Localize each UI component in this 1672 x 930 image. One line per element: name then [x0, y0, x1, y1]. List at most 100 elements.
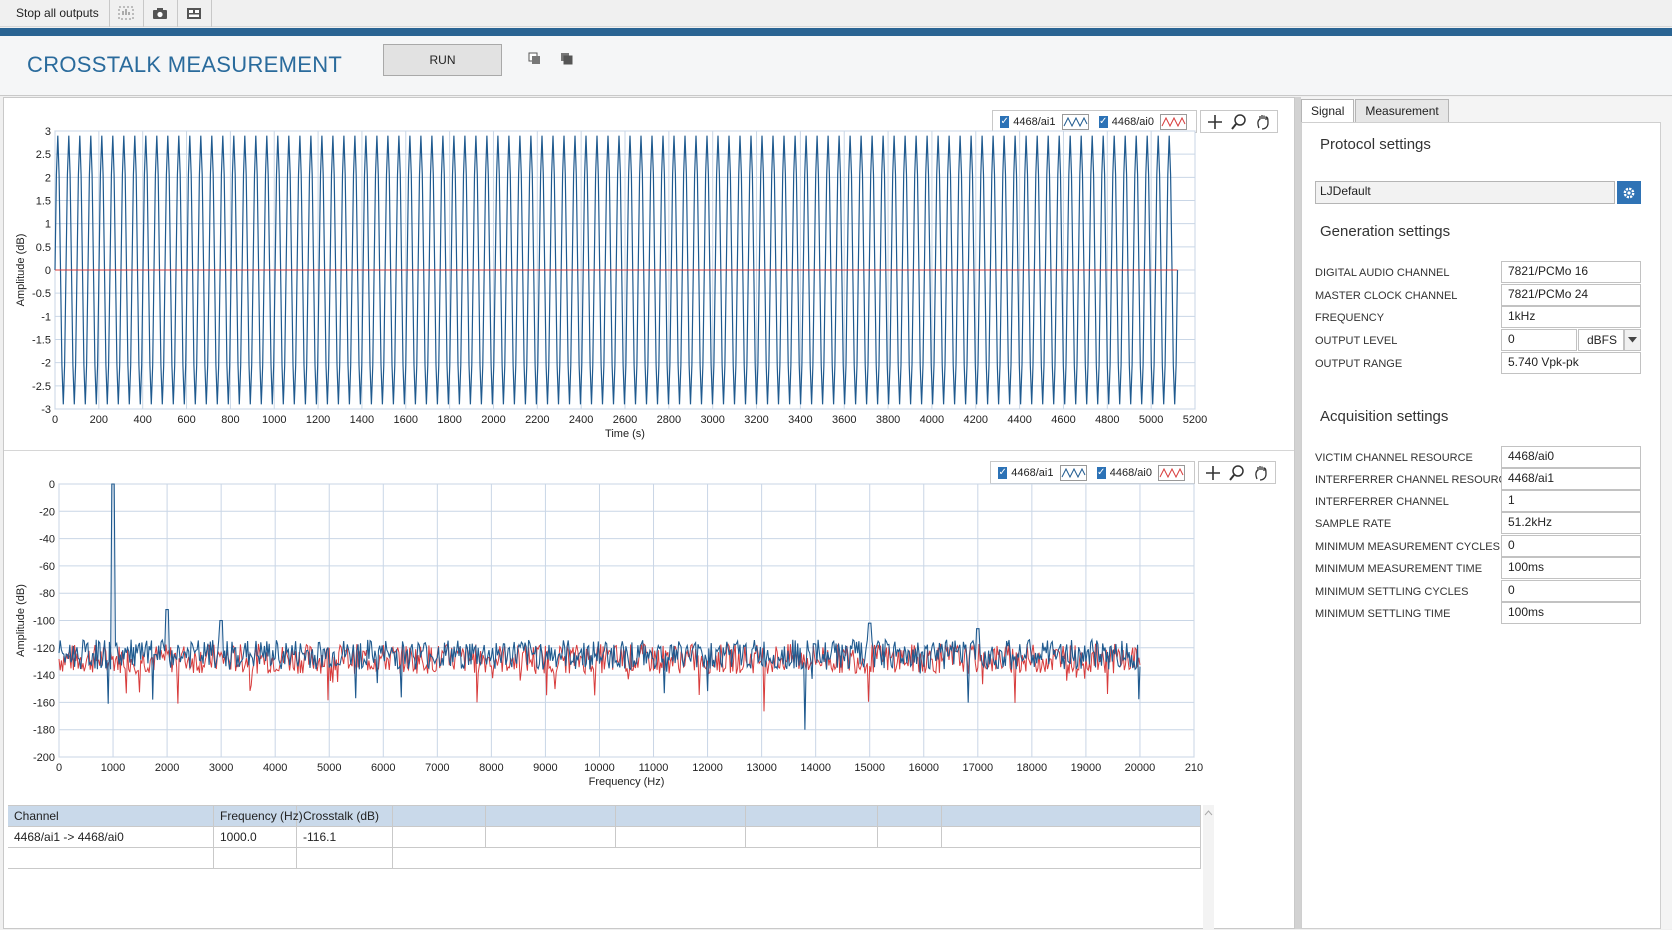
x-tick-label: 14000 [800, 762, 831, 774]
y-tick-label: 3 [45, 126, 51, 138]
protocol-select[interactable]: LJDefault [1315, 181, 1615, 204]
table-cell [393, 848, 1201, 869]
y-axis-label: Amplitude (dB) [15, 234, 27, 307]
column-header-channel[interactable]: Channel [8, 806, 214, 827]
table-cell [8, 848, 214, 869]
y-tick-label: 0 [49, 479, 55, 491]
x-tick-label: 10000 [584, 762, 615, 774]
y-tick-label: -200 [33, 752, 55, 764]
column-header-crosstalk[interactable]: Crosstalk (dB) [297, 806, 393, 827]
compare-icon[interactable] [110, 0, 144, 27]
output-range-field[interactable]: 5.740 Vpk-pk [1501, 352, 1641, 374]
frequency-row: FREQUENCY 1kHz [1315, 306, 1645, 328]
settings-tabs: Signal Measurement [1301, 99, 1450, 123]
paste-icon[interactable] [560, 52, 574, 66]
generation-settings-heading: Generation settings [1320, 223, 1451, 240]
x-tick-label: 20000 [1125, 762, 1156, 774]
y-tick-label: -20 [39, 506, 55, 518]
x-tick-label: 600 [177, 414, 195, 426]
frequency-field[interactable]: 1kHz [1501, 306, 1641, 328]
victim-channel-resource-row: VICTIM CHANNEL RESOURCE 4468/ai0 [1315, 446, 1645, 468]
output-range-label: OUTPUT RANGE [1315, 358, 1403, 370]
table-cell [393, 827, 486, 848]
table-header: Channel Frequency (Hz) Crosstalk (dB) [8, 806, 1201, 827]
min-settling-cycles-field[interactable]: 0 [1501, 580, 1641, 602]
x-tick-label: 4000 [263, 762, 287, 774]
stop-all-outputs-button[interactable]: Stop all outputs [0, 0, 110, 27]
output-level-label: OUTPUT LEVEL [1315, 335, 1398, 347]
protocol-settings-button[interactable] [1617, 181, 1641, 204]
copy-icon[interactable] [528, 52, 542, 66]
x-tick-label: 5000 [317, 762, 341, 774]
x-tick-label: 1000 [101, 762, 125, 774]
chart-divider [4, 450, 1294, 451]
y-tick-label: -60 [39, 561, 55, 573]
x-tick-label: 1800 [437, 414, 461, 426]
page-title: CROSSTALK MEASUREMENT [27, 52, 343, 77]
table-cell-frequency[interactable]: 1000.0 [214, 827, 297, 848]
column-header-empty [746, 806, 878, 827]
interferrer-channel-label: INTERFERRER CHANNEL [1315, 496, 1449, 508]
interferrer-channel-field[interactable]: 1 [1501, 490, 1641, 512]
output-level-field[interactable]: 0 [1501, 329, 1577, 351]
table-cell [746, 827, 878, 848]
camera-icon[interactable] [144, 0, 178, 27]
digital-audio-channel-field[interactable]: 7821/PCMo 16 [1501, 261, 1641, 283]
y-tick-label: -180 [33, 725, 55, 737]
tab-measurement[interactable]: Measurement [1355, 99, 1449, 123]
x-tick-label: 1400 [350, 414, 374, 426]
y-tick-label: 0 [45, 265, 51, 277]
chevron-down-icon[interactable] [1624, 329, 1641, 351]
page-header: CROSSTALK MEASUREMENT RUN [0, 36, 1672, 96]
run-button[interactable]: RUN [383, 44, 502, 76]
x-tick-label: 200 [90, 414, 108, 426]
spectrum-chart[interactable]: 0 1000 2000 3000 4000 5000 6000 7000 8000 9000 100… [4, 453, 1294, 803]
x-tick-label: 3600 [832, 414, 856, 426]
output-level-unit-select[interactable]: dBFS [1578, 329, 1624, 351]
table-scrollbar[interactable] [1203, 805, 1214, 930]
victim-channel-resource-field[interactable]: 4468/ai0 [1501, 446, 1641, 468]
frequency-label: FREQUENCY [1315, 312, 1385, 324]
time-domain-chart[interactable]: 0 200 400 600 800 1000 1200 1400 1600 1800 2000 220… [4, 98, 1294, 456]
tab-signal[interactable]: Signal [1301, 99, 1355, 123]
min-settling-time-row: MINIMUM SETTLING TIME 100ms [1315, 602, 1645, 624]
y-tick-label: -160 [33, 697, 55, 709]
table-cell [942, 827, 1201, 848]
min-measurement-time-field[interactable]: 100ms [1501, 557, 1641, 579]
victim-channel-resource-label: VICTIM CHANNEL RESOURCE [1315, 452, 1473, 464]
sample-rate-row: SAMPLE RATE 51.2kHz [1315, 512, 1645, 534]
x-tick-label: 4800 [1095, 414, 1119, 426]
table-cell-crosstalk[interactable]: -116.1 [297, 827, 393, 848]
min-measurement-cycles-field[interactable]: 0 [1501, 535, 1641, 557]
settings-panel: Signal Measurement Protocol settings LJD… [1301, 97, 1672, 929]
interferrer-channel-resource-field[interactable]: 4468/ai1 [1501, 468, 1641, 490]
column-header-empty [616, 806, 746, 827]
y-tick-label: -3 [41, 404, 51, 416]
y-tick-label: -120 [33, 643, 55, 655]
table-cell [878, 827, 942, 848]
x-tick-label: 0 [56, 762, 62, 774]
layout-icon[interactable] [178, 0, 212, 27]
column-header-frequency[interactable]: Frequency (Hz) [214, 806, 303, 827]
x-tick-label: 4000 [920, 414, 944, 426]
table-cell-channel[interactable]: 4468/ai1 -> 4468/ai0 [8, 827, 214, 848]
interferrer-channel-resource-row: INTERFERRER CHANNEL RESOURCE 4468/ai1 [1315, 468, 1645, 490]
x-tick-label: 15000 [854, 762, 885, 774]
results-table: Channel Frequency (Hz) Crosstalk (dB) 44… [8, 805, 1201, 930]
output-range-row: OUTPUT RANGE 5.740 Vpk-pk [1315, 352, 1645, 374]
x-tick-label: 9000 [533, 762, 557, 774]
y-tick-label: -2.5 [32, 381, 51, 393]
min-settling-time-field[interactable]: 100ms [1501, 602, 1641, 624]
y-tick-label: -0.5 [32, 288, 51, 300]
min-measurement-cycles-row: MINIMUM MEASUREMENT CYCLES 0 [1315, 535, 1645, 557]
x-tick-label: 17000 [963, 762, 994, 774]
top-toolbar: Stop all outputs [0, 0, 1672, 27]
table-cell [297, 848, 393, 869]
master-clock-channel-field[interactable]: 7821/PCMo 24 [1501, 284, 1641, 306]
sample-rate-field[interactable]: 51.2kHz [1501, 512, 1641, 534]
y-tick-label: -1.5 [32, 335, 51, 347]
x-tick-label: 13000 [746, 762, 777, 774]
accent-bar [0, 28, 1672, 36]
y-axis-label: Amplitude (dB) [15, 584, 27, 657]
signal-tab-content: Protocol settings LJDefault Generation s… [1301, 122, 1661, 929]
